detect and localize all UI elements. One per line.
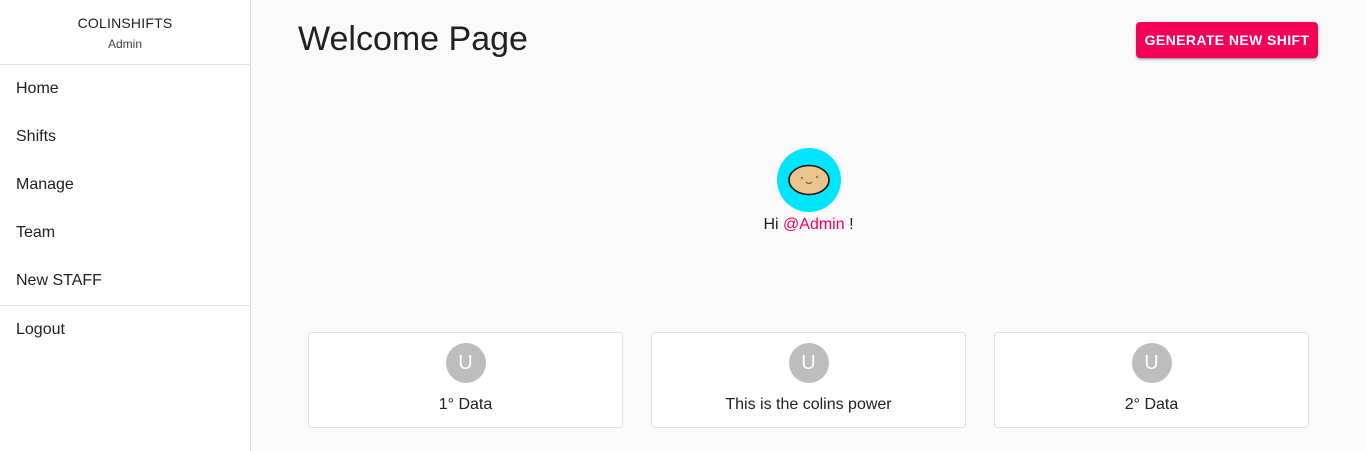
sidebar-item-logout[interactable]: Logout: [0, 306, 250, 354]
greeting-suffix: !: [844, 216, 854, 233]
sidebar: COLINSHIFTS Admin Home Shifts Manage Tea…: [0, 0, 251, 451]
greeting: Hi @Admin !: [763, 216, 853, 234]
app: COLINSHIFTS Admin Home Shifts Manage Tea…: [0, 0, 1366, 451]
card-label: This is the colins power: [725, 396, 892, 413]
sidebar-item-shifts[interactable]: Shifts: [0, 113, 250, 161]
sidebar-item-home[interactable]: Home: [0, 65, 250, 113]
sidebar-item-new-staff[interactable]: New STAFF: [0, 257, 250, 305]
user-handle-link[interactable]: @Admin: [783, 216, 845, 233]
avatar: [776, 148, 841, 212]
brand-role: Admin: [107, 37, 142, 51]
sidebar-nav: Home Shifts Manage Team New STAFF: [0, 65, 250, 305]
potato-face-icon: [787, 164, 830, 196]
card-avatar: U: [1131, 343, 1172, 383]
greeting-prefix: Hi: [763, 216, 784, 233]
card-avatar: U: [445, 343, 486, 383]
data-card: U This is the colins power: [651, 332, 966, 428]
card-avatar: U: [788, 343, 829, 383]
generate-new-shift-button[interactable]: GENERATE NEW SHIFT: [1136, 22, 1318, 58]
welcome-hero: Hi @Admin !: [251, 148, 1366, 234]
main-content: Welcome Page GENERATE NEW SHIFT Hi @Admi…: [251, 0, 1366, 451]
page-title: Welcome Page: [298, 20, 528, 58]
data-cards: U 1° Data U This is the colins power U 2…: [308, 332, 1309, 428]
data-card: U 2° Data: [994, 332, 1309, 428]
brand-name: COLINSHIFTS: [77, 15, 173, 31]
sidebar-item-team[interactable]: Team: [0, 209, 250, 257]
brand: COLINSHIFTS Admin: [0, 0, 250, 65]
card-label: 2° Data: [1124, 396, 1179, 413]
data-card: U 1° Data: [308, 332, 623, 428]
card-label: 1° Data: [438, 396, 493, 413]
sidebar-item-manage[interactable]: Manage: [0, 161, 250, 209]
